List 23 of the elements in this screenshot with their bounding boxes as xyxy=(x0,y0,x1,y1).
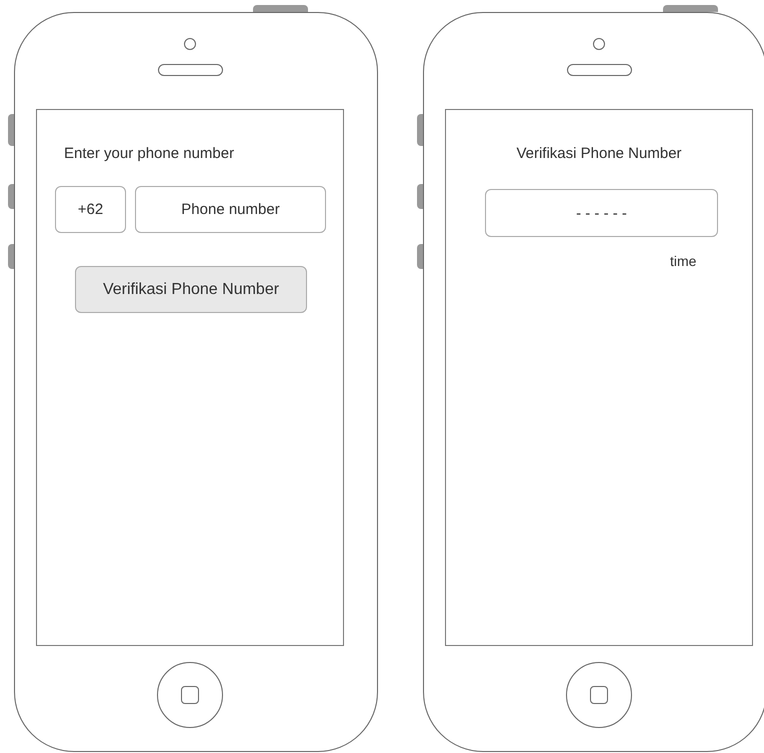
screen-title: Enter your phone number xyxy=(64,145,236,163)
side-button-icon xyxy=(8,184,14,209)
code-field[interactable]: - - - - - - xyxy=(485,189,718,237)
top-button-icon xyxy=(663,5,718,12)
home-button[interactable] xyxy=(566,662,632,728)
square-icon xyxy=(181,686,199,704)
square-icon xyxy=(590,686,608,704)
side-button-icon xyxy=(8,114,14,146)
camera-icon xyxy=(184,38,196,50)
speaker-icon xyxy=(566,64,632,76)
home-button[interactable] xyxy=(157,662,223,728)
side-button-icon xyxy=(8,244,14,269)
side-button-icon xyxy=(417,114,423,146)
verify-button[interactable]: Verifikasi Phone Number xyxy=(75,266,307,313)
speaker-icon xyxy=(158,64,222,76)
top-button-icon xyxy=(253,5,308,12)
phone-number-field[interactable]: Phone number xyxy=(135,186,326,233)
country-code-field[interactable]: +62 xyxy=(55,186,126,233)
screen-title: Verifikasi Phone Number xyxy=(516,145,682,163)
side-button-icon xyxy=(417,244,423,269)
timer-label: time xyxy=(670,253,698,270)
camera-icon xyxy=(593,38,605,50)
side-button-icon xyxy=(417,184,423,209)
